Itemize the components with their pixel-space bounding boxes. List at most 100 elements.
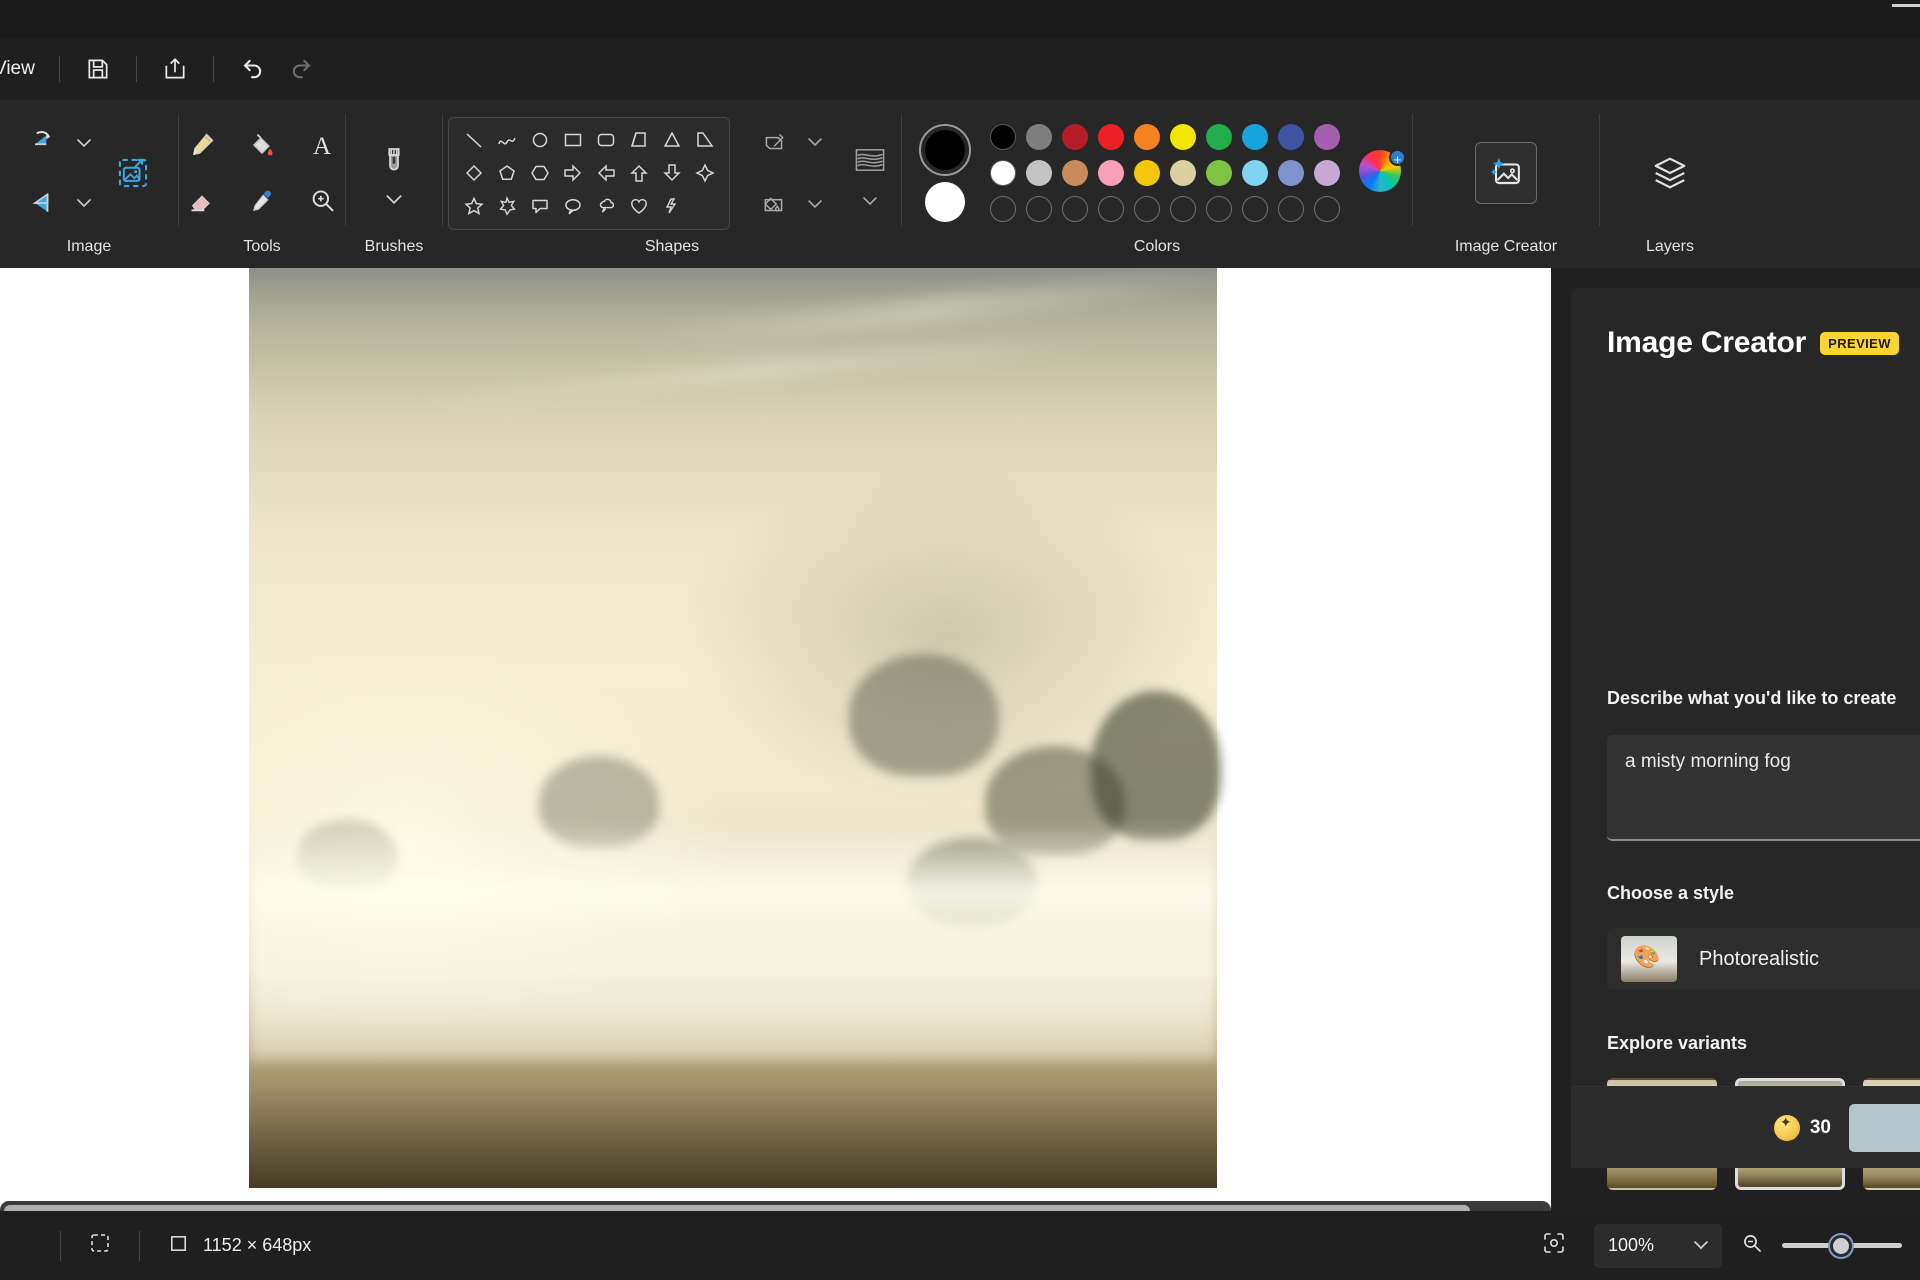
color-swatch-0-1[interactable] (1026, 124, 1052, 150)
fill-dropdown-chevron-down-icon[interactable] (804, 193, 826, 215)
color-swatch-2-2[interactable] (1062, 196, 1088, 222)
shape-lightning[interactable] (661, 195, 683, 217)
color-swatch-2-0[interactable] (990, 196, 1016, 222)
color-swatch-1-7[interactable] (1242, 160, 1268, 186)
selection-icon (89, 1232, 111, 1259)
shape-curve[interactable] (496, 129, 518, 151)
shape-line[interactable] (463, 129, 485, 151)
color-swatch-1-2[interactable] (1062, 160, 1088, 186)
shape-arrow-up[interactable] (628, 162, 650, 184)
shape-four-point-star[interactable] (694, 162, 716, 184)
secondary-color-button[interactable] (925, 182, 965, 222)
color-swatch-1-9[interactable] (1314, 160, 1340, 186)
canvas-viewport[interactable] (0, 268, 1551, 1211)
color-swatch-1-6[interactable] (1206, 160, 1232, 186)
shape-arrow-down[interactable] (661, 162, 683, 184)
shape-oval-callout[interactable] (562, 195, 584, 217)
shape-five-point-star[interactable] (463, 195, 485, 217)
zoom-slider-thumb[interactable] (1830, 1234, 1852, 1257)
magnifier-tool[interactable] (296, 175, 348, 227)
color-swatch-2-7[interactable] (1242, 196, 1268, 222)
shape-cloud-callout[interactable] (595, 195, 617, 217)
color-swatch-1-0[interactable] (990, 160, 1016, 186)
color-swatch-1-1[interactable] (1026, 160, 1052, 186)
color-swatch-0-2[interactable] (1062, 124, 1088, 150)
save-button[interactable] (76, 47, 120, 91)
style-selector[interactable]: 🎨 Photorealistic (1607, 928, 1920, 990)
shape-triangle[interactable] (661, 129, 683, 151)
brushes-button[interactable] (368, 135, 420, 187)
eyedropper-tool[interactable] (236, 175, 288, 227)
color-wheel-button[interactable]: + (1359, 149, 1406, 196)
shape-right-triangle[interactable] (694, 129, 716, 151)
shape-rectangle[interactable] (562, 129, 584, 151)
color-swatch-0-5[interactable] (1170, 124, 1196, 150)
prompt-input[interactable]: a misty morning fog (1607, 735, 1920, 841)
brushes-dropdown-chevron-down-icon[interactable] (383, 189, 405, 211)
shape-arrow-right[interactable] (562, 162, 584, 184)
outline-button[interactable] (748, 116, 800, 168)
shape-polygon[interactable] (628, 129, 650, 151)
color-swatch-1-8[interactable] (1278, 160, 1304, 186)
color-swatch-0-8[interactable] (1278, 124, 1304, 150)
color-swatch-1-3[interactable] (1098, 160, 1124, 186)
shape-rounded-rectangle[interactable] (595, 129, 617, 151)
paint-app-window: View Image A Tools Brushes Shapes + Colo… (0, 0, 1920, 1280)
color-swatch-2-5[interactable] (1170, 196, 1196, 222)
color-swatch-0-6[interactable] (1206, 124, 1232, 150)
shape-style-button[interactable] (844, 134, 896, 186)
color-swatch-1-5[interactable] (1170, 160, 1196, 186)
color-swatch-0-9[interactable] (1314, 124, 1340, 150)
ribbon-group-image: Image (0, 100, 178, 268)
crop-button[interactable] (19, 117, 71, 169)
shape-oval[interactable] (529, 129, 551, 151)
shape-heart[interactable] (628, 195, 650, 217)
shape-diamond[interactable] (463, 162, 485, 184)
layers-button[interactable] (1639, 142, 1701, 204)
minimize-button[interactable] (1892, 4, 1920, 7)
pencil-tool[interactable] (176, 119, 228, 171)
redo-button[interactable] (280, 47, 324, 91)
color-swatch-1-4[interactable] (1134, 160, 1160, 186)
color-swatch-2-6[interactable] (1206, 196, 1232, 222)
fill-tool[interactable] (236, 119, 288, 171)
color-swatch-2-1[interactable] (1026, 196, 1052, 222)
fit-to-screen-button[interactable] (1514, 1231, 1594, 1260)
shape-pentagon[interactable] (496, 162, 518, 184)
color-swatch-2-9[interactable] (1314, 196, 1340, 222)
shape-hexagon[interactable] (529, 162, 551, 184)
color-swatch-2-4[interactable] (1134, 196, 1160, 222)
fill-button[interactable] (748, 178, 800, 230)
cloud-streak-2 (423, 330, 1101, 410)
image-creator-button[interactable] (1475, 142, 1537, 204)
rotate-flip-button[interactable] (19, 177, 71, 229)
primary-color-button[interactable] (919, 124, 971, 176)
eraser-tool[interactable] (176, 175, 228, 227)
shape-rounded-callout[interactable] (529, 195, 551, 217)
shape-style-dropdown-chevron-down-icon[interactable] (859, 190, 881, 212)
undo-button[interactable] (230, 47, 274, 91)
create-button[interactable] (1849, 1103, 1920, 1152)
outline-dropdown-chevron-down-icon[interactable] (804, 131, 826, 153)
color-swatch-0-7[interactable] (1242, 124, 1268, 150)
zoom-out-button[interactable] (1722, 1231, 1782, 1260)
crop-dropdown-chevron-down-icon[interactable] (73, 132, 95, 154)
color-swatch-0-3[interactable] (1098, 124, 1124, 150)
color-swatch-0-4[interactable] (1134, 124, 1160, 150)
shape-arrow-left[interactable] (595, 162, 617, 184)
color-swatch-0-0[interactable] (990, 124, 1016, 150)
share-button[interactable] (153, 47, 197, 91)
color-swatch-2-8[interactable] (1278, 196, 1304, 222)
rotate-dropdown-chevron-down-icon[interactable] (73, 192, 95, 214)
color-swatch-2-3[interactable] (1098, 196, 1124, 222)
image-canvas[interactable] (249, 268, 1237, 1188)
ribbon-group-brushes-label: Brushes (364, 238, 424, 255)
shape-six-point-star[interactable] (496, 195, 518, 217)
text-tool[interactable]: A (296, 119, 348, 171)
menu-view[interactable]: View (0, 58, 43, 80)
zoom-slider[interactable] (1782, 1234, 1902, 1258)
ribbon-group-shapes-label: Shapes (644, 238, 700, 255)
zoom-level-select[interactable]: 100% (1594, 1223, 1722, 1268)
resize-button[interactable] (107, 147, 159, 199)
canvas-size-icon (168, 1233, 189, 1259)
